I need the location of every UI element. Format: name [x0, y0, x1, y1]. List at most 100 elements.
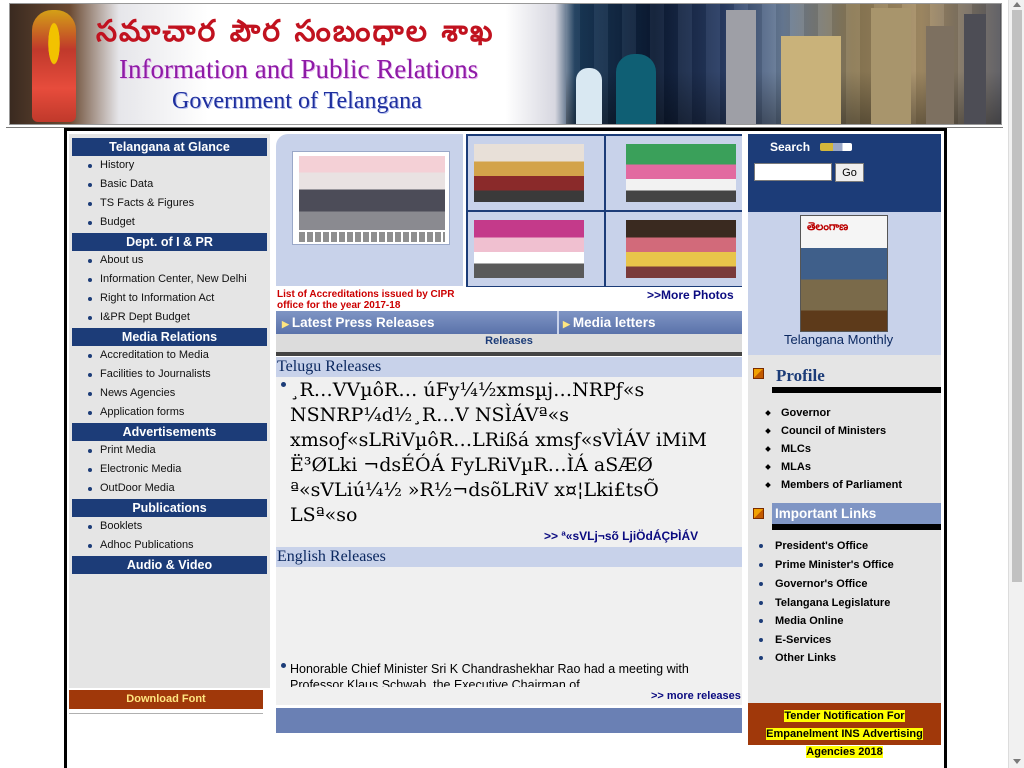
- profile-link-mlas[interactable]: MLAs: [781, 461, 811, 473]
- link-bullet-icon: [759, 582, 763, 586]
- menu-item-outdoor-media[interactable]: OutDoor Media: [88, 482, 175, 495]
- search-decoration-icon: [820, 143, 852, 151]
- featured-photo-image: [299, 156, 445, 230]
- telugu-more-releases-link[interactable]: >> ª«sVLj¬sõ LjiÖdÁÇÞÌÁV: [544, 529, 698, 543]
- center-footer-bar: [276, 708, 742, 733]
- releases-subheading[interactable]: Releases: [276, 334, 742, 352]
- telugu-release-item[interactable]: ¸R…VVµôR… úFy¼½xmsµj…NRPƒ«s NSNRP¼d½¸R…V…: [290, 378, 730, 528]
- menu-item-info-center-delhi[interactable]: Information Center, New Delhi: [88, 273, 247, 286]
- important-links-section-icon: [753, 508, 764, 519]
- link-bullet-icon: [759, 601, 763, 605]
- menu-heading-audio-video[interactable]: Audio & Video: [72, 556, 267, 574]
- menu-item-electronic-media[interactable]: Electronic Media: [88, 463, 181, 476]
- featured-photo-caption: [299, 232, 445, 242]
- releases-tabbar: ▶ Latest Press Releases ▶ Media letters: [276, 311, 742, 334]
- link-bullet-icon: [759, 563, 763, 567]
- menu-item-label: Facilities to Journalists: [100, 368, 211, 380]
- releases-divider: [276, 352, 742, 356]
- left-divider: [69, 713, 263, 714]
- menu-item-label: About us: [100, 254, 144, 266]
- menu-item-ipr-budget[interactable]: I&PR Dept Budget: [88, 311, 190, 324]
- tab-media-letters[interactable]: ▶ Media letters: [563, 311, 655, 334]
- important-link-governors-office[interactable]: Governor's Office: [775, 578, 867, 590]
- important-links-divider: [772, 524, 941, 530]
- release-bullet-icon: [281, 382, 286, 387]
- menu-item-booklets[interactable]: Booklets: [88, 520, 142, 533]
- menu-item-label: Accreditation to Media: [100, 349, 209, 361]
- featured-photo-frame: [292, 151, 450, 245]
- telangana-monthly-cover[interactable]: తెలంగాణ: [800, 215, 888, 332]
- menu-heading-publications[interactable]: Publications: [72, 499, 267, 517]
- important-links-heading: Important Links: [772, 503, 941, 524]
- more-photos-link[interactable]: >>More Photos: [647, 288, 734, 302]
- important-link-prime-ministers-office[interactable]: Prime Minister's Office: [775, 559, 894, 571]
- link-bullet-icon: [759, 619, 763, 623]
- menu-item-history[interactable]: History: [88, 159, 134, 172]
- menu-item-label: TS Facts & Figures: [100, 197, 195, 209]
- english-more-releases-link[interactable]: >> more releases: [651, 690, 741, 702]
- english-releases-heading: English Releases: [276, 547, 742, 567]
- banner-english-title: Information and Public Relations: [119, 54, 479, 84]
- monuments-image: [566, 4, 1001, 124]
- menu-item-print-media[interactable]: Print Media: [88, 444, 156, 457]
- profile-link-members-of-parliament[interactable]: Members of Parliament: [781, 479, 902, 491]
- tender-notification-banner[interactable]: Tender Notification For Empanelment INS …: [748, 703, 941, 758]
- menu-heading-dept-ipr[interactable]: Dept. of I & PR: [72, 233, 267, 251]
- menu-heading-advertisements[interactable]: Advertisements: [72, 423, 267, 441]
- menu-item-facilities[interactable]: Facilities to Journalists: [88, 368, 211, 381]
- scroll-thumb[interactable]: [1012, 10, 1022, 582]
- menu-item-adhoc-publications[interactable]: Adhoc Publications: [88, 539, 194, 552]
- menu-item-budget[interactable]: Budget: [88, 216, 135, 229]
- menu-item-label: Right to Information Act: [100, 292, 215, 304]
- important-link-other-links[interactable]: Other Links: [775, 652, 836, 664]
- important-link-presidents-office[interactable]: President's Office: [775, 540, 868, 552]
- menu-item-ts-facts[interactable]: TS Facts & Figures: [88, 197, 194, 210]
- profile-link-mlcs[interactable]: MLCs: [781, 443, 811, 455]
- menu-item-label: Budget: [100, 216, 135, 228]
- accreditation-list-link[interactable]: List of Accreditations issued by CIPR of…: [277, 289, 467, 311]
- profile-divider: [772, 387, 941, 393]
- search-go-button[interactable]: Go: [835, 163, 864, 182]
- english-release-item[interactable]: Honorable Chief Minister Sri K Chandrash…: [290, 661, 690, 687]
- profile-link-governor[interactable]: Governor: [781, 407, 831, 419]
- menu-item-label: Print Media: [100, 444, 156, 456]
- menu-item-label: History: [100, 159, 135, 171]
- telugu-releases-heading: Telugu Releases: [276, 357, 742, 377]
- photo-gallery: [466, 134, 742, 287]
- profile-heading: Profile: [776, 366, 825, 385]
- scroll-down-arrow-icon[interactable]: [1013, 759, 1021, 764]
- header-banner: సమాచార పౌర సంబంధాల శాఖ Information and P…: [9, 3, 1002, 125]
- menu-heading-media-relations[interactable]: Media Relations: [72, 328, 267, 346]
- gallery-thumb[interactable]: [606, 136, 742, 210]
- menu-item-application-forms[interactable]: Application forms: [88, 406, 184, 419]
- link-bullet-icon: [759, 638, 763, 642]
- menu-item-label: Electronic Media: [100, 463, 182, 475]
- scroll-up-arrow-icon[interactable]: [1013, 2, 1021, 7]
- page-scrollbar[interactable]: [1008, 0, 1024, 768]
- menu-item-news-agencies[interactable]: News Agencies: [88, 387, 175, 400]
- gallery-thumb[interactable]: [606, 212, 742, 286]
- important-link-media-online[interactable]: Media Online: [775, 615, 843, 627]
- gallery-thumb[interactable]: [468, 212, 604, 286]
- download-font-button[interactable]: Download Font: [69, 690, 263, 709]
- important-link-telangana-legislature[interactable]: Telangana Legislature: [775, 597, 890, 609]
- menu-item-label: I&PR Dept Budget: [100, 311, 190, 323]
- tab-label: Media letters: [572, 315, 656, 330]
- gallery-thumb[interactable]: [468, 136, 604, 210]
- menu-item-accreditation[interactable]: Accreditation to Media: [88, 349, 209, 362]
- banner-government-title: Government of Telangana: [172, 88, 422, 114]
- menu-heading-telangana-at-glance[interactable]: Telangana at Glance: [72, 138, 267, 156]
- search-input[interactable]: [754, 163, 832, 181]
- profile-link-council-of-ministers[interactable]: Council of Ministers: [781, 425, 886, 437]
- menu-item-label: Booklets: [100, 520, 143, 532]
- menu-item-rti-act[interactable]: Right to Information Act: [88, 292, 214, 305]
- telangana-monthly-link[interactable]: Telangana Monthly: [784, 332, 893, 347]
- tab-latest-press-releases[interactable]: ▶ Latest Press Releases: [282, 311, 435, 334]
- magazine-masthead: తెలంగాణ: [807, 220, 849, 233]
- menu-item-basic-data[interactable]: Basic Data: [88, 178, 153, 191]
- featured-photo[interactable]: [276, 134, 463, 286]
- tab-separator: [557, 311, 559, 334]
- menu-item-about-us[interactable]: About us: [88, 254, 143, 267]
- release-bullet-icon: [281, 663, 286, 668]
- important-link-e-services[interactable]: E-Services: [775, 634, 831, 646]
